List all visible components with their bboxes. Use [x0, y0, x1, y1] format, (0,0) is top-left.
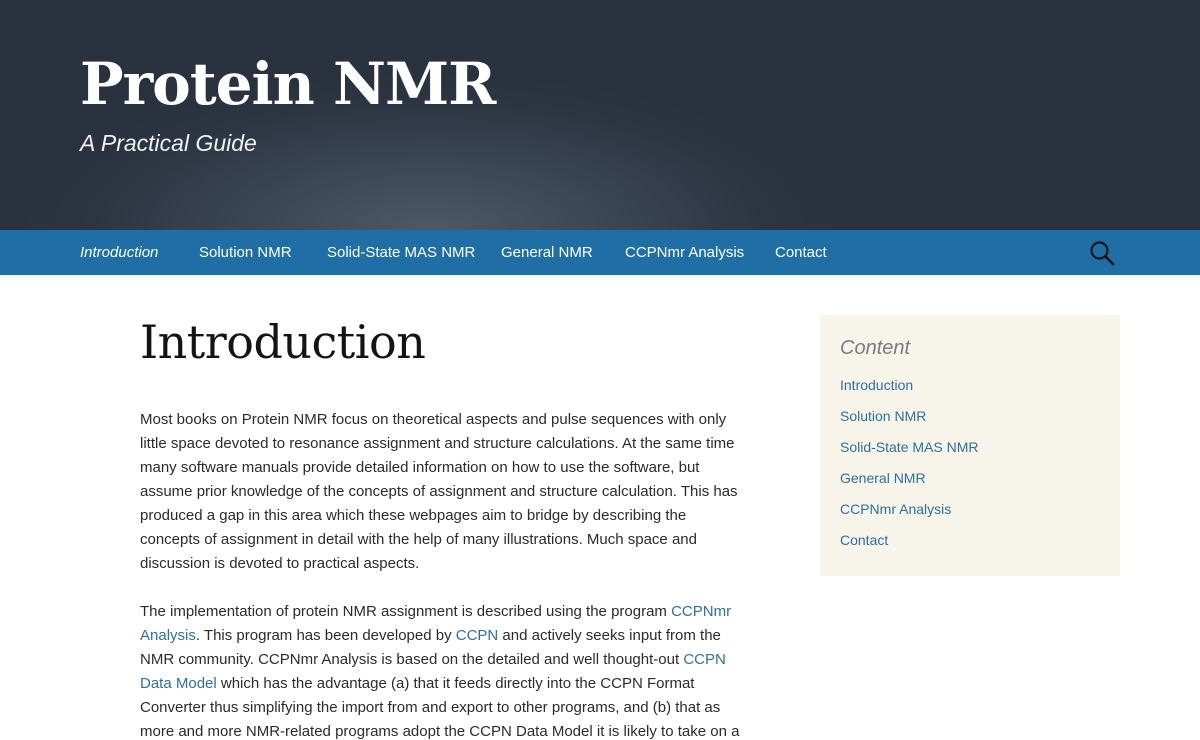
sidebar-link-introduction[interactable]: Introduction: [840, 377, 913, 393]
main-navigation: Introduction Solution NMR Solid-State MA…: [0, 230, 1200, 275]
search-icon[interactable]: [1089, 240, 1115, 266]
intro-paragraph-1: Most books on Protein NMR focus on theor…: [140, 411, 738, 572]
sidebar-content-widget: Content Introduction Solution NMR Solid-…: [820, 315, 1120, 576]
intro-paragraph-2: The implementation of protein NMR assign…: [140, 600, 746, 740]
sidebar-link-ccpnmr-analysis[interactable]: CCPNmr Analysis: [840, 501, 951, 517]
nav-item-introduction[interactable]: Introduction: [80, 230, 158, 275]
sidebar-link-solution-nmr[interactable]: Solution NMR: [840, 408, 926, 424]
nav-item-solid-state-mas-nmr[interactable]: Solid-State MAS NMR: [327, 230, 475, 275]
nav-item-ccpnmr-analysis[interactable]: CCPNmr Analysis: [625, 230, 744, 275]
nav-item-general-nmr[interactable]: General NMR: [501, 230, 593, 275]
para2-text-2: . This program has been developed by: [195, 627, 456, 644]
ccpn-link[interactable]: CCPN: [456, 627, 499, 644]
page-title: Introduction: [140, 315, 426, 369]
nav-item-contact[interactable]: Contact: [775, 230, 827, 275]
nav-item-solution-nmr[interactable]: Solution NMR: [199, 230, 292, 275]
sidebar-title: Content: [840, 337, 911, 359]
para2-text-1: The implementation of protein NMR assign…: [140, 603, 672, 620]
site-header: Protein NMR A Practical Guide: [0, 0, 1200, 230]
sidebar-link-contact[interactable]: Contact: [840, 532, 888, 548]
para2-text-4: which has the advantage (a) that it feed…: [140, 675, 740, 740]
sidebar-link-general-nmr[interactable]: General NMR: [840, 470, 926, 486]
site-title[interactable]: Protein NMR: [80, 50, 496, 118]
site-tagline: A Practical Guide: [80, 130, 257, 156]
sidebar-link-solid-state-mas-nmr[interactable]: Solid-State MAS NMR: [840, 439, 978, 455]
